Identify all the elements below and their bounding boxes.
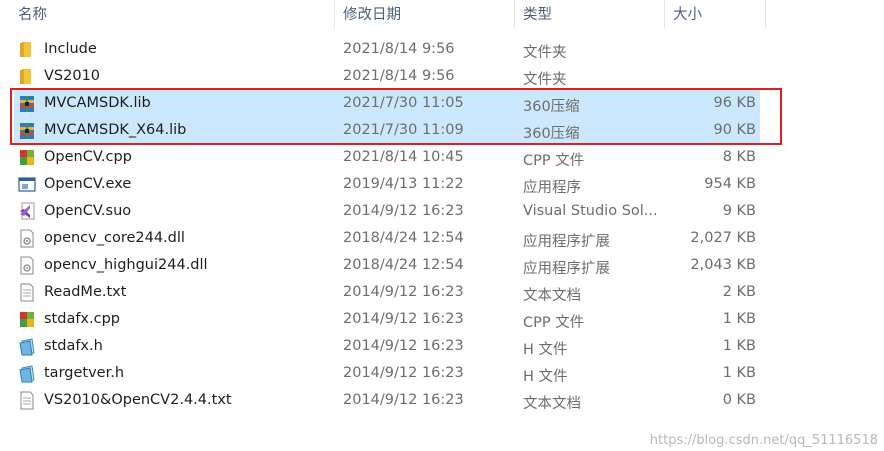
- file-row[interactable]: OpenCV.suo 2014/9/12 16:23 Visual Studio S…: [14, 198, 760, 225]
- file-name: VS2010: [44, 68, 101, 84]
- file-modified-date: 2021/8/14 9:56: [343, 68, 455, 84]
- red-highlight-box: [10, 88, 782, 145]
- file-row[interactable]: targetver.h 2014/9/12 16:23 H 文件 1 KB: [14, 360, 760, 387]
- file-name: opencv_highgui244.dll: [44, 257, 208, 273]
- column-divider[interactable]: [334, 0, 335, 28]
- exe-icon: [18, 175, 36, 194]
- dll-icon: [18, 256, 36, 275]
- text-file-icon: [18, 283, 36, 302]
- file-modified-date: 2014/9/12 16:23: [343, 338, 464, 354]
- file-name: OpenCV.exe: [44, 176, 132, 192]
- file-modified-date: 2018/4/24 12:54: [343, 230, 464, 246]
- file-size: 2 KB: [722, 284, 756, 300]
- sort-ascending-icon: ^: [170, 0, 178, 4]
- file-modified-date: 2021/8/14 10:45: [343, 149, 464, 165]
- file-modified-date: 2018/4/24 12:54: [343, 257, 464, 273]
- file-type: CPP 文件: [523, 315, 585, 331]
- file-name: ReadMe.txt: [44, 284, 127, 300]
- column-divider[interactable]: [664, 0, 665, 28]
- file-type: 文件夹: [523, 45, 567, 61]
- file-name: VS2010&OpenCV2.4.4.txt: [44, 392, 232, 408]
- file-type: CPP 文件: [523, 153, 585, 169]
- file-modified-date: 2019/4/13 11:22: [343, 176, 464, 192]
- file-name: stdafx.cpp: [44, 311, 121, 327]
- file-type: 文件夹: [523, 72, 567, 88]
- file-size: 8 KB: [722, 149, 756, 165]
- file-name: opencv_core244.dll: [44, 230, 185, 246]
- file-size: 0 KB: [722, 392, 756, 408]
- cpp-file-icon: [18, 310, 36, 329]
- file-row[interactable]: Include 2021/8/14 9:56 文件夹: [14, 36, 760, 63]
- file-size: 1 KB: [722, 338, 756, 354]
- dll-icon: [18, 229, 36, 248]
- watermark: https://blog.csdn.net/qq_51116518: [649, 433, 878, 448]
- file-modified-date: 2021/8/14 9:56: [343, 41, 455, 57]
- file-row[interactable]: opencv_core244.dll 2018/4/24 12:54 应用程序扩展 2…: [14, 225, 760, 252]
- file-row[interactable]: stdafx.cpp 2014/9/12 16:23 CPP 文件 1 KB: [14, 306, 760, 333]
- file-row[interactable]: VS2010&OpenCV2.4.4.txt 2014/9/12 16:23 文本文…: [14, 387, 760, 414]
- file-type: 应用程序扩展: [523, 234, 610, 250]
- file-size: 2,043 KB: [690, 257, 756, 273]
- text-file-icon: [18, 391, 36, 410]
- file-size: 1 KB: [722, 311, 756, 327]
- file-name: targetver.h: [44, 365, 125, 381]
- file-row[interactable]: OpenCV.cpp 2021/8/14 10:45 CPP 文件 8 KB: [14, 144, 760, 171]
- file-type: Visual Studio Sol...: [523, 203, 658, 219]
- column-header-name[interactable]: 名称: [18, 3, 47, 24]
- file-type: 应用程序扩展: [523, 261, 610, 277]
- file-row[interactable]: VS2010 2021/8/14 9:56 文件夹: [14, 63, 760, 90]
- file-row[interactable]: ReadMe.txt 2014/9/12 16:23 文本文档 2 KB: [14, 279, 760, 306]
- file-size: 2,027 KB: [690, 230, 756, 246]
- vs-suo-icon: [18, 202, 36, 221]
- file-type: H 文件: [523, 342, 568, 358]
- column-header-type[interactable]: 类型: [523, 3, 552, 24]
- file-row[interactable]: opencv_highgui244.dll 2018/4/24 12:54 应用程序…: [14, 252, 760, 279]
- cpp-file-icon: [18, 148, 36, 167]
- file-type: 应用程序: [523, 180, 581, 196]
- file-size: 954 KB: [704, 176, 756, 192]
- column-header-size[interactable]: 大小: [673, 3, 702, 24]
- folder-icon: [18, 67, 36, 86]
- file-modified-date: 2014/9/12 16:23: [343, 203, 464, 219]
- file-row[interactable]: stdafx.h 2014/9/12 16:23 H 文件 1 KB: [14, 333, 760, 360]
- file-modified-date: 2014/9/12 16:23: [343, 311, 464, 327]
- file-modified-date: 2014/9/12 16:23: [343, 392, 464, 408]
- file-name: OpenCV.suo: [44, 203, 132, 219]
- column-divider[interactable]: [514, 0, 515, 28]
- file-name: stdafx.h: [44, 338, 103, 354]
- file-modified-date: 2014/9/12 16:23: [343, 284, 464, 300]
- file-name: OpenCV.cpp: [44, 149, 132, 165]
- column-header-date[interactable]: 修改日期: [343, 3, 401, 24]
- header-file-icon: [18, 364, 36, 383]
- header-file-icon: [18, 337, 36, 356]
- file-size: 1 KB: [722, 365, 756, 381]
- file-type: 文本文档: [523, 396, 581, 412]
- file-type: 文本文档: [523, 288, 581, 304]
- folder-icon: [18, 40, 36, 59]
- column-divider[interactable]: [765, 0, 766, 28]
- file-modified-date: 2014/9/12 16:23: [343, 365, 464, 381]
- file-row[interactable]: OpenCV.exe 2019/4/13 11:22 应用程序 954 KB: [14, 171, 760, 198]
- column-header-bar: 名称 ^ 修改日期 类型 大小: [0, 0, 884, 28]
- file-type: H 文件: [523, 369, 568, 385]
- file-size: 9 KB: [722, 203, 756, 219]
- file-name: Include: [44, 41, 97, 57]
